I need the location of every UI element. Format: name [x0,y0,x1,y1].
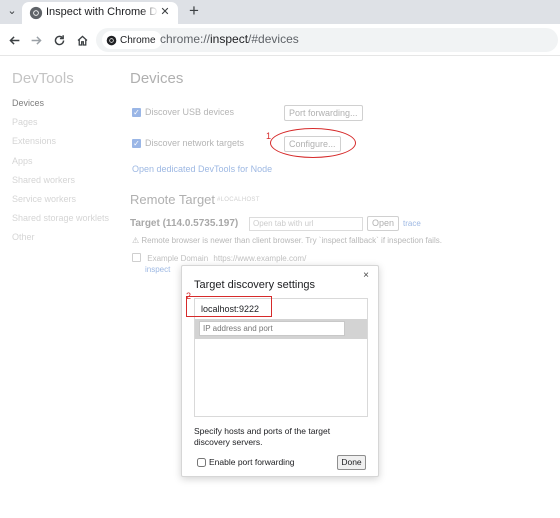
sidebar-item-devices[interactable]: Devices [12,96,122,115]
enable-port-forwarding-row[interactable]: Enable port forwarding [197,457,295,467]
chip-label: Chrome [120,34,156,46]
browser-toolbar: Chrome chrome://inspect/#devices [0,24,560,56]
url-prefix: chrome:// [160,32,211,46]
discover-network-checkbox[interactable]: ✓ [132,138,141,148]
chrome-logo-icon [106,35,117,45]
url-suffix: /#devices [248,32,299,46]
devtools-sidebar-title: DevTools [12,70,74,87]
sidebar-item-shared-workers[interactable]: Shared workers [12,173,122,192]
done-button[interactable]: Done [337,455,366,470]
version-warning: ⚠ Remote browser is newer than client br… [132,236,442,245]
remote-target-title: Remote Target [130,192,216,207]
open-tab-button[interactable]: Open [367,216,400,231]
url-text[interactable]: chrome://inspect/#devices [160,32,299,46]
remote-target-sub: #LOCALHOST [217,197,260,203]
site-info-chip[interactable]: Chrome [102,31,162,49]
chrome-logo-icon [29,6,43,20]
sidebar-item-extensions[interactable]: Extensions [12,134,122,153]
node-devtools-link[interactable]: Open dedicated DevTools for Node [132,164,272,174]
discover-usb-checkbox[interactable]: ✓ [132,107,141,117]
trace-link[interactable]: trace [403,219,421,228]
new-tab-plus-icon[interactable]: + [184,1,204,21]
example-target-row: Example Domain https://www.example.com/ [132,253,306,263]
sidebar-nav: Devices Pages Extensions Apps Shared wor… [12,96,122,250]
browser-tab[interactable]: Inspect with Chrome Developer Tools ✕ [22,2,178,24]
target-version-label: Target (114.0.5735.197) [130,218,239,229]
address-bar[interactable]: Chrome chrome://inspect/#devices [96,28,558,52]
sidebar-item-pages[interactable]: Pages [12,115,122,134]
ip-address-input[interactable] [199,321,345,336]
example-checkbox[interactable] [132,253,141,262]
page-title: Devices [130,70,184,87]
discover-usb-row[interactable]: ✓ Discover USB devices [132,107,234,117]
sidebar-item-shared-storage-worklets[interactable]: Shared storage worklets [12,211,122,230]
dialog-close-icon[interactable]: × [360,270,372,281]
tab-title: Inspect with Chrome Developer Tools [46,6,158,18]
dialog-help-text: Specify hosts and ports of the target di… [194,426,331,447]
home-icon[interactable] [72,30,92,50]
url-host: inspect [210,32,249,46]
discover-usb-label: Discover USB devices [145,107,235,117]
sidebar-item-service-workers[interactable]: Service workers [12,192,122,211]
example-title: Example Domain [147,254,209,263]
forward-arrow-icon[interactable] [26,30,46,50]
dialog-title: Target discovery settings [194,279,316,291]
new-entry-row [195,319,367,339]
tab-search-chevron-down-icon[interactable]: ⌄ [3,2,21,20]
discover-network-label: Discover network targets [145,138,245,148]
tab-close-icon[interactable]: ✕ [158,5,172,19]
target-discovery-dialog: × Target discovery settings localhost:92… [181,265,379,477]
annotation-rectangle-entry [186,296,272,317]
back-arrow-icon[interactable] [4,30,24,50]
annotation-ellipse-configure [270,128,356,158]
example-url: https://www.example.com/ [213,254,307,263]
enable-port-forwarding-label: Enable port forwarding [209,457,295,467]
open-tab-url-input[interactable]: Open tab with url [249,217,363,231]
port-forwarding-button[interactable]: Port forwarding... [284,105,363,121]
enable-port-forwarding-checkbox[interactable] [197,457,206,467]
inspect-link[interactable]: inspect [145,265,170,274]
discover-network-row[interactable]: ✓ Discover network targets [132,138,244,148]
sidebar-item-other[interactable]: Other [12,230,122,249]
tab-strip: ⌄ Inspect with Chrome Developer Tools ✕ … [0,0,560,24]
reload-icon[interactable] [49,30,69,50]
sidebar-item-apps[interactable]: Apps [12,154,122,173]
